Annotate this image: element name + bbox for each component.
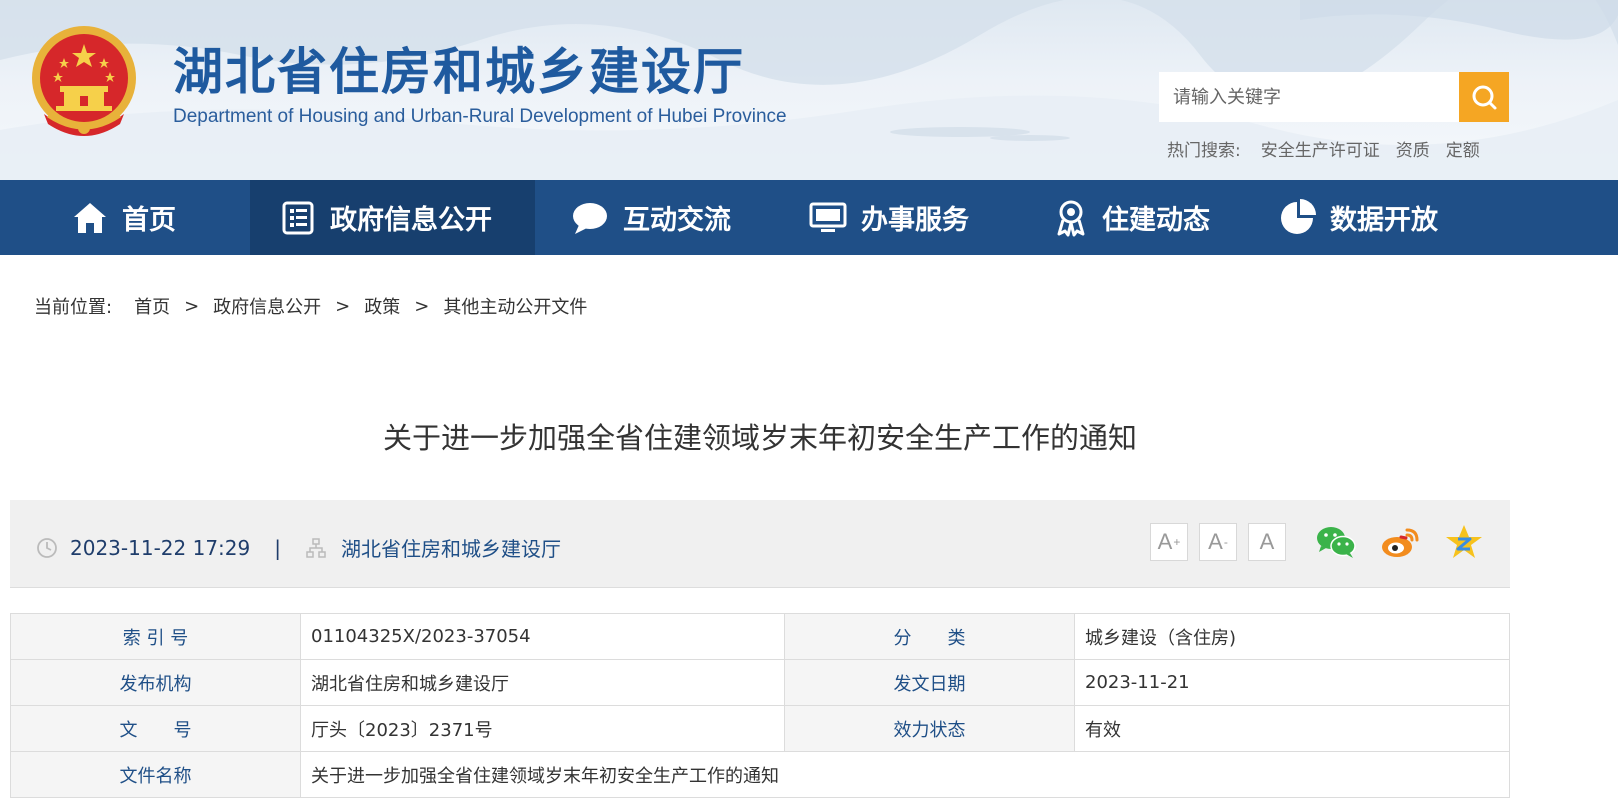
nav-item-label: 住建动态 xyxy=(1102,205,1210,236)
category-label: 分 类 xyxy=(784,613,1075,660)
font-decrease-mark: - xyxy=(1223,535,1228,549)
category-value: 城乡建设（含住房) xyxy=(1074,613,1510,660)
qzone-icon xyxy=(1446,525,1482,558)
table-row: 索 引 号 01104325X/2023-37054 分 类 城乡建设（含住房) xyxy=(10,613,1510,660)
share-buttons xyxy=(1315,521,1485,563)
organization-icon xyxy=(306,537,326,558)
date-value: 2023-11-21 xyxy=(1074,659,1510,706)
hot-search-link[interactable]: 定额 xyxy=(1446,136,1480,161)
share-qzone-button[interactable] xyxy=(1443,521,1485,563)
nav-item-label: 首页 xyxy=(122,205,176,236)
nav-item-label: 互动交流 xyxy=(623,205,731,236)
font-increase-glyph: A xyxy=(1157,529,1173,554)
document-list-icon xyxy=(280,200,316,236)
breadcrumb: 当前位置: 首页 > 政府信息公开 > 政策 > 其他主动公开文件 xyxy=(34,293,587,319)
breadcrumb-separator: > xyxy=(184,295,200,317)
breadcrumb-label: 当前位置: xyxy=(34,297,113,318)
table-row: 发布机构 湖北省住房和城乡建设厅 发文日期 2023-11-21 xyxy=(10,659,1510,706)
breadcrumb-separator: > xyxy=(414,295,430,317)
table-row: 文件名称 关于进一步加强全省住建领域岁末年初安全生产工作的通知 xyxy=(10,751,1510,798)
nav-item-label: 办事服务 xyxy=(861,205,969,236)
article-meta-bar: 2023-11-22 17:29 | 湖北省住房和城乡建设厅 A + A- A xyxy=(10,500,1510,588)
chat-bubble-icon xyxy=(571,201,609,235)
status-label: 效力状态 xyxy=(784,705,1075,752)
font-size-controls: A + A- A xyxy=(1150,523,1286,561)
status-value: 有效 xyxy=(1074,705,1510,752)
nav-item-services[interactable]: 办事服务 xyxy=(775,180,1020,255)
monitor-icon xyxy=(809,202,847,234)
date-label: 发文日期 xyxy=(784,659,1075,706)
index-value: 01104325X/2023-37054 xyxy=(300,613,785,660)
document-info-table: 索 引 号 01104325X/2023-37054 分 类 城乡建设（含住房)… xyxy=(10,613,1510,798)
badge-icon xyxy=(1054,199,1088,237)
table-row: 文 号 厅头〔2023〕2371号 效力状态 有效 xyxy=(10,705,1510,752)
font-decrease-button[interactable]: A- xyxy=(1199,523,1237,561)
org-label: 发布机构 xyxy=(10,659,301,706)
clock-icon xyxy=(37,537,57,558)
share-weibo-button[interactable] xyxy=(1379,521,1421,563)
home-icon xyxy=(72,201,108,235)
org-value: 湖北省住房和城乡建设厅 xyxy=(300,659,785,706)
pie-chart-icon xyxy=(1278,198,1316,237)
breadcrumb-link-other-files[interactable]: 其他主动公开文件 xyxy=(443,293,587,319)
site-title: 湖北省住房和城乡建设厅 xyxy=(173,43,745,101)
hot-search: 热门搜索: 安全生产许可证 资质 定额 xyxy=(1167,136,1496,161)
font-decrease-glyph: A xyxy=(1208,529,1223,554)
main-nav: 首页 政府信息公开 互动交流 办事服务 住建动态 数据开放 xyxy=(0,180,1618,255)
nav-item-open-data[interactable]: 数据开放 xyxy=(1258,180,1518,255)
search-box xyxy=(1159,72,1509,122)
share-wechat-button[interactable] xyxy=(1315,521,1357,563)
hot-search-link[interactable]: 安全生产许可证 xyxy=(1261,136,1380,161)
nav-item-home[interactable]: 首页 xyxy=(0,180,250,255)
nav-item-gov-info[interactable]: 政府信息公开 xyxy=(250,180,535,255)
publisher-name: 湖北省住房和城乡建设厅 xyxy=(340,537,561,561)
national-emblem-icon xyxy=(32,26,136,136)
breadcrumb-link-home[interactable]: 首页 xyxy=(134,293,170,319)
search-input[interactable] xyxy=(1159,72,1459,122)
name-label: 文件名称 xyxy=(10,751,301,798)
nav-item-news[interactable]: 住建动态 xyxy=(1020,180,1258,255)
search-icon xyxy=(1472,85,1497,110)
hot-search-label: 热门搜索: xyxy=(1167,141,1241,161)
weibo-icon xyxy=(1382,528,1419,557)
index-label: 索 引 号 xyxy=(10,613,301,660)
docno-value: 厅头〔2023〕2371号 xyxy=(300,705,785,752)
font-default-button[interactable]: A xyxy=(1248,523,1286,561)
docno-label: 文 号 xyxy=(10,705,301,752)
hot-search-link[interactable]: 资质 xyxy=(1396,136,1430,161)
font-default-glyph: A xyxy=(1259,529,1275,554)
publisher: 湖北省住房和城乡建设厅 xyxy=(305,533,561,562)
nav-item-label: 数据开放 xyxy=(1330,205,1438,236)
article-title: 关于进一步加强全省住建领域岁末年初安全生产工作的通知 xyxy=(382,421,1137,455)
site-subtitle: Department of Housing and Urban-Rural De… xyxy=(173,106,787,127)
breadcrumb-link-policy[interactable]: 政策 xyxy=(364,293,400,319)
wechat-icon xyxy=(1317,527,1356,558)
site-header: 湖北省住房和城乡建设厅 Department of Housing and Ur… xyxy=(0,0,1618,180)
name-value: 关于进一步加强全省住建领域岁末年初安全生产工作的通知 xyxy=(300,751,1510,798)
nav-item-interaction[interactable]: 互动交流 xyxy=(535,180,775,255)
font-increase-button[interactable]: A + xyxy=(1150,523,1188,561)
breadcrumb-link-gov-info[interactable]: 政府信息公开 xyxy=(213,293,321,319)
meta-separator: | xyxy=(274,535,281,560)
breadcrumb-separator: > xyxy=(335,295,351,317)
publish-datetime: 2023-11-22 17:29 xyxy=(70,535,251,560)
article-meta: 2023-11-22 17:29 | 湖北省住房和城乡建设厅 xyxy=(36,533,561,562)
font-increase-mark: + xyxy=(1173,535,1181,549)
nav-item-label: 政府信息公开 xyxy=(330,205,492,236)
search-button[interactable] xyxy=(1459,72,1509,122)
